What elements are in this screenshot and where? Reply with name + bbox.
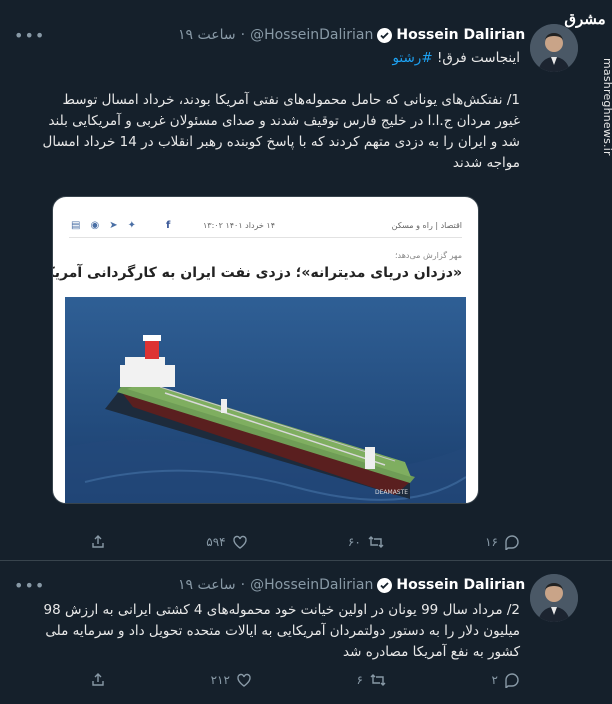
reply-icon[interactable] xyxy=(504,534,520,550)
article-header-bar: اقتصاد | راه و مسکن ۱۴ خرداد ۱۴۰۱ ۱۳:۰۲ … xyxy=(53,197,478,238)
telegram-icon[interactable]: ➤ xyxy=(109,220,117,231)
article-kicker: مهر گزارش می‌دهد؛ xyxy=(394,251,462,260)
tweet-2[interactable]: ••• ۱۹ ساعت · @HosseinDalirian Hossein D… xyxy=(0,562,612,704)
dot-separator: · xyxy=(240,27,246,43)
twitter-icon[interactable]: ✦ xyxy=(128,220,136,231)
retweet-count: ۶۰ xyxy=(347,535,361,549)
tweet-intro: اینجاست فرق! #رشتو xyxy=(100,48,520,69)
intro-text: اینجاست فرق! xyxy=(436,50,520,66)
facebook-icon[interactable]: f xyxy=(166,220,170,231)
more-options-icon[interactable]: ••• xyxy=(14,26,45,45)
verified-icon xyxy=(377,577,393,593)
retweet-icon[interactable] xyxy=(369,672,387,688)
share-action[interactable] xyxy=(90,534,106,550)
like-count: ۵۹۴ xyxy=(206,535,226,549)
whatsapp-icon[interactable]: ◉ xyxy=(90,220,99,231)
avatar[interactable] xyxy=(530,24,578,72)
reply-action[interactable]: ۲ xyxy=(492,672,520,688)
like-action[interactable]: ۲۱۲ xyxy=(211,672,252,688)
article-date: ۱۴ خرداد ۱۴۰۱ ۱۳:۰۲ xyxy=(203,221,276,230)
heart-icon[interactable] xyxy=(232,534,248,550)
print-icon[interactable]: ▤ xyxy=(71,220,80,231)
tweet-actions: ۵۹۴ ۶۰ ۱۶ xyxy=(90,532,520,552)
tweet-handle[interactable]: @HosseinDalirian xyxy=(250,27,373,43)
header-divider xyxy=(69,237,462,238)
dot-separator: · xyxy=(240,577,246,593)
reply-count: ۲ xyxy=(491,673,498,687)
tweet-body: 2/ مرداد سال 99 یونان در اولین خیانت خود… xyxy=(43,602,521,660)
tweet-divider xyxy=(0,560,612,561)
more-options-icon[interactable]: ••• xyxy=(14,576,45,595)
retweet-count: ۶ xyxy=(356,673,363,687)
hashtag-link[interactable]: #رشتو xyxy=(392,50,432,66)
tweet-time[interactable]: ۱۹ ساعت xyxy=(178,577,236,593)
reply-count: ۱۶ xyxy=(485,535,498,549)
article-image-card[interactable]: اقتصاد | راه و مسکن ۱۴ خرداد ۱۴۰۱ ۱۳:۰۲ … xyxy=(52,196,479,504)
tanker-photo: DEAMASTE xyxy=(65,297,466,503)
article-breadcrumb: اقتصاد | راه و مسکن xyxy=(391,221,462,230)
tweet-header: ۱۹ ساعت · @HosseinDalirian Hossein Dalir… xyxy=(178,24,525,46)
like-action[interactable]: ۵۹۴ xyxy=(206,534,247,550)
retweet-action[interactable]: ۶۰ xyxy=(348,534,385,550)
tweet-1[interactable]: ••• ۱۹ ساعت · @HosseinDalirian Hossein D… xyxy=(0,0,612,558)
tweet-author-name[interactable]: Hossein Dalirian xyxy=(396,577,525,593)
like-count: ۲۱۲ xyxy=(210,673,230,687)
retweet-action[interactable]: ۶ xyxy=(357,672,387,688)
share-icon[interactable] xyxy=(90,672,106,688)
retweet-icon[interactable] xyxy=(367,534,385,550)
share-icons: ▤ ◉ ➤ ✦ f xyxy=(71,220,170,231)
reply-action[interactable]: ۱۶ xyxy=(485,534,520,550)
share-action[interactable] xyxy=(90,672,106,688)
tweet-header: ۱۹ ساعت · @HosseinDalirian Hossein Dalir… xyxy=(178,574,525,596)
tweet-author-name[interactable]: Hossein Dalirian xyxy=(396,27,525,43)
tweet-time[interactable]: ۱۹ ساعت xyxy=(178,27,236,43)
verified-icon xyxy=(377,27,393,43)
ship-name-label: DEAMASTE xyxy=(375,489,408,496)
heart-icon[interactable] xyxy=(236,672,252,688)
share-icon[interactable] xyxy=(90,534,106,550)
reply-icon[interactable] xyxy=(504,672,520,688)
tweet-actions: ۲۱۲ ۶ ۲ xyxy=(90,670,520,690)
article-headline: «دزدان دریای مدیترانه»؛ دزدی نفت ایران ب… xyxy=(52,265,462,281)
tweet-body: 1/ نفتکش‌های یونانی که حامل محموله‌های ن… xyxy=(42,92,520,171)
avatar[interactable] xyxy=(530,574,578,622)
tweet-handle[interactable]: @HosseinDalirian xyxy=(250,577,373,593)
